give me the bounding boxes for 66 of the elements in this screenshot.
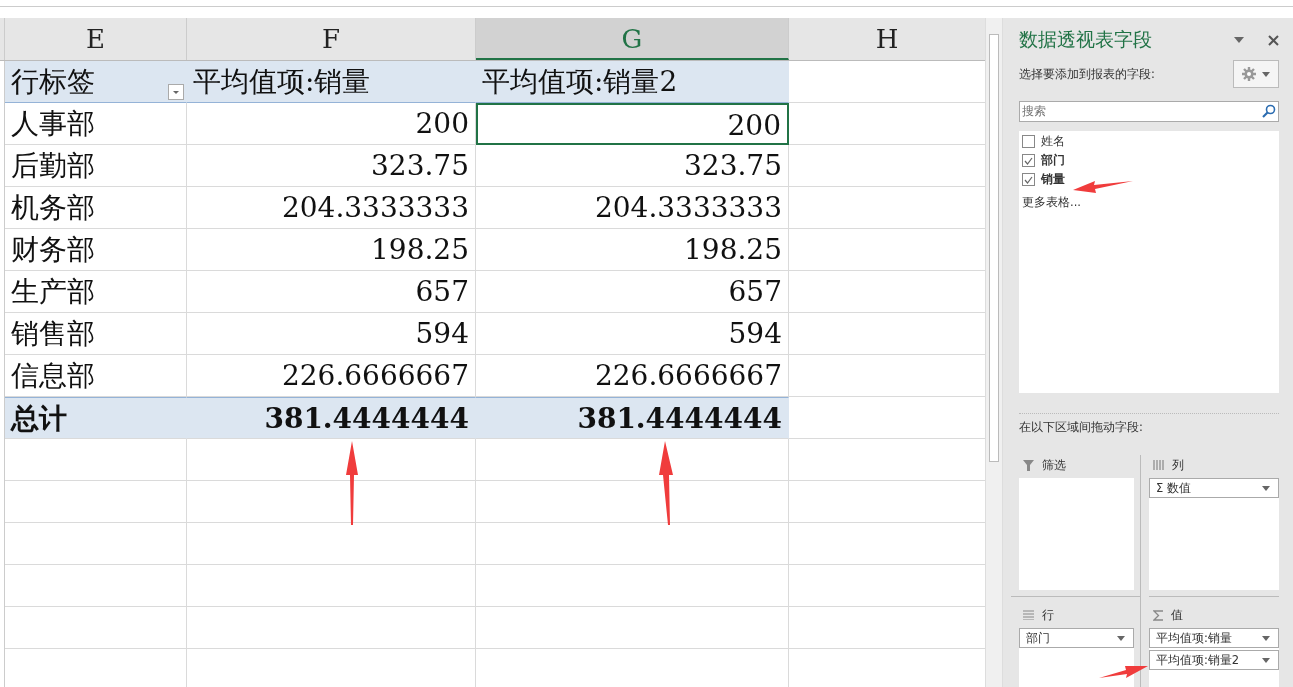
filter-icon xyxy=(1023,459,1034,471)
panel-title: 数据透视表字段 xyxy=(1019,27,1153,52)
sigma-icon xyxy=(1153,609,1163,621)
checkbox[interactable] xyxy=(1022,173,1035,186)
value-cell: 657 xyxy=(187,271,476,313)
drop-area[interactable]: Σ 数值 xyxy=(1149,478,1279,590)
pivot-header-cell-text: 行标签 xyxy=(11,64,95,100)
vertical-scrollbar[interactable] xyxy=(985,18,1003,687)
pivot-header-cell-text: 平均值项:销量2 xyxy=(482,64,678,100)
drop-area[interactable]: 部门 xyxy=(1019,628,1134,687)
settings-button[interactable] xyxy=(1233,60,1279,88)
value-cell: 594 xyxy=(187,313,476,355)
caret-icon xyxy=(1262,657,1270,663)
area-title: 列 xyxy=(1172,457,1184,473)
row-label-cell: 后勤部 xyxy=(5,145,187,187)
close-icon[interactable] xyxy=(1268,34,1279,46)
field-chip[interactable]: 平均值项:销量 xyxy=(1149,628,1279,648)
field-label[interactable]: 姓名 xyxy=(1041,134,1065,149)
field-label[interactable]: 销量 xyxy=(1041,172,1065,187)
value-cell[interactable]: 594 xyxy=(476,313,789,355)
caret-icon xyxy=(1262,635,1270,641)
caret-icon xyxy=(1262,71,1270,77)
value-cell: 323.75 xyxy=(187,145,476,187)
area-title: 筛选 xyxy=(1042,457,1066,473)
columns-icon xyxy=(1153,460,1164,470)
row-label-cell: 人事部 xyxy=(5,103,187,145)
checkbox[interactable] xyxy=(1022,135,1035,148)
filter-dropdown-icon[interactable] xyxy=(168,84,184,100)
value-cell[interactable]: 204.3333333 xyxy=(476,187,789,229)
field-chip[interactable]: 部门 xyxy=(1019,628,1134,648)
value-cell: 200 xyxy=(187,103,476,145)
caret-icon xyxy=(1117,635,1125,641)
search-field[interactable]: 搜索 xyxy=(1019,100,1279,122)
total-value-cell: 381.4444444 xyxy=(187,397,476,439)
row-label-cell: 销售部 xyxy=(5,313,187,355)
column-header[interactable]: G xyxy=(476,18,789,60)
instruction-text: 选择要添加到报表的字段: xyxy=(1019,66,1155,82)
pivot-header-cell-text: 平均值项:销量 xyxy=(193,64,371,100)
dropdown-caret-icon[interactable] xyxy=(1234,37,1244,43)
search-icon xyxy=(1262,104,1276,118)
row-label-cell: 机务部 xyxy=(5,187,187,229)
checkbox[interactable] xyxy=(1022,154,1035,167)
row-label-cell: 生产部 xyxy=(5,271,187,313)
arrow-annotation xyxy=(1099,666,1148,678)
field-chip[interactable]: 平均值项:销量2 xyxy=(1149,650,1279,670)
total-value-cell: 381.4444444 xyxy=(476,397,789,439)
value-cell: 198.25 xyxy=(187,229,476,271)
value-cell[interactable]: 657 xyxy=(476,271,789,313)
rows-icon xyxy=(1023,610,1034,620)
drop-area[interactable]: 平均值项:销量 平均值项:销量2 xyxy=(1149,628,1279,687)
value-cell[interactable]: 200 xyxy=(476,103,789,145)
arrow-annotation xyxy=(1073,181,1133,193)
row-label-cell: 财务部 xyxy=(5,229,187,271)
instruction-text: 在以下区域间拖动字段: xyxy=(1019,420,1144,435)
value-cell[interactable]: 198.25 xyxy=(476,229,789,271)
field-label[interactable]: 部门 xyxy=(1041,153,1065,168)
column-header[interactable]: E xyxy=(5,18,187,60)
more-tables-link[interactable]: 更多表格... xyxy=(1022,195,1081,210)
value-cell[interactable]: 323.75 xyxy=(476,145,789,187)
area-title: 行 xyxy=(1042,607,1054,623)
area-title: 值 xyxy=(1171,607,1183,623)
value-cell: 204.3333333 xyxy=(187,187,476,229)
field-chip[interactable]: Σ 数值 xyxy=(1149,478,1279,498)
total-label-cell: 总计 xyxy=(5,397,187,439)
settings-icon xyxy=(1242,67,1256,81)
caret-icon xyxy=(1262,485,1270,491)
